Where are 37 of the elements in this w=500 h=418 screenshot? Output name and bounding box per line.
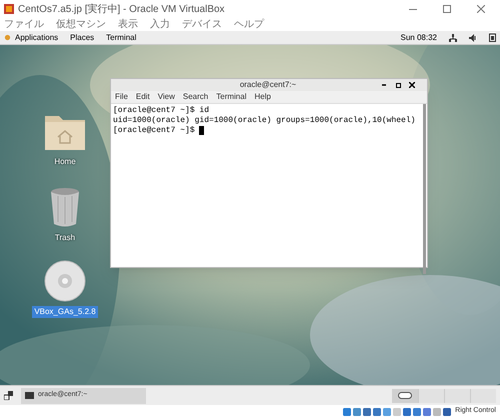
- close-icon[interactable]: [409, 82, 415, 88]
- network-icon[interactable]: [449, 34, 457, 42]
- menu-item[interactable]: ヘルプ: [234, 20, 264, 30]
- window-title: CentOs7.a5.jp [実行中] - Oracle VM VirtualBox: [18, 2, 226, 16]
- menu-item[interactable]: 仮想マシン: [56, 20, 106, 30]
- terminal-icon: [25, 392, 34, 399]
- terminal-line: [oracle@cent7 ~]$ id: [113, 106, 210, 116]
- terminal-line: [oracle@cent7 ~]$: [113, 126, 196, 136]
- menu-item[interactable]: Edit: [136, 91, 150, 103]
- minimize-icon[interactable]: [381, 82, 387, 88]
- clock[interactable]: Sun 08:32: [400, 32, 437, 44]
- menu-item[interactable]: File: [115, 91, 128, 103]
- menu-item[interactable]: Search: [182, 91, 208, 103]
- menu-item[interactable]: View: [158, 91, 175, 103]
- battery-icon[interactable]: [489, 33, 496, 42]
- menu-item[interactable]: デバイス: [182, 20, 222, 30]
- menu-item[interactable]: ファイル: [4, 20, 44, 30]
- top-bar-menu[interactable]: Places: [70, 32, 94, 44]
- trash-icon: [49, 186, 81, 228]
- volume-icon[interactable]: [469, 34, 477, 42]
- cursor-icon: [199, 126, 204, 135]
- scrollbar[interactable]: [423, 104, 426, 274]
- applications-menu[interactable]: Applications: [15, 32, 58, 44]
- desktop-icon-label[interactable]: Home: [52, 156, 78, 168]
- menu-item[interactable]: 表示: [118, 20, 138, 30]
- top-bar-menu[interactable]: Terminal: [106, 32, 136, 44]
- desktop-icon-label[interactable]: Trash: [52, 232, 78, 244]
- show-desktop-icon[interactable]: [4, 391, 13, 400]
- disc-icon: [44, 260, 86, 302]
- terminal-title: oracle@cent7:~: [238, 79, 298, 91]
- menu-item[interactable]: Help: [254, 91, 271, 103]
- workspace-button[interactable]: [392, 388, 418, 402]
- menu-item[interactable]: 入力: [150, 20, 170, 30]
- desktop-icon-label[interactable]: VBox_GAs_5.2.8: [32, 306, 98, 318]
- app-icon: [4, 4, 14, 14]
- terminal-line: uid=1000(oracle) gid=1000(oracle) groups=1000(oracle),10(wheel): [113, 116, 416, 126]
- menu-item[interactable]: Terminal: [216, 91, 246, 103]
